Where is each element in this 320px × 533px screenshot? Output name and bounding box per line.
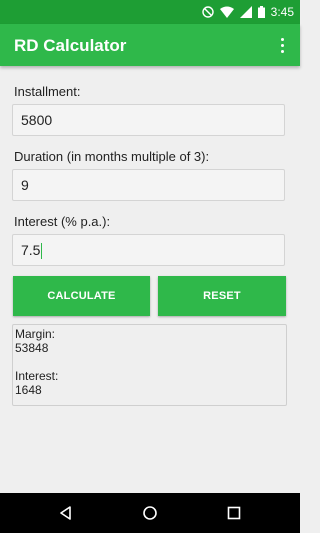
battery-icon: [257, 6, 265, 18]
installment-label: Installment:: [14, 84, 81, 99]
installment-value: 5800: [21, 112, 53, 128]
recents-icon[interactable]: [226, 505, 242, 521]
margin-label: Margin:: [15, 327, 56, 341]
duration-field[interactable]: 9: [12, 169, 285, 201]
more-vert-icon[interactable]: [274, 34, 290, 56]
status-bar: 3:45: [0, 0, 300, 24]
interest-rate-label: Interest (% p.a.):: [14, 214, 111, 229]
app-title: RD Calculator: [14, 36, 127, 55]
result-interest-value: 1648: [15, 383, 42, 397]
result-interest-label: Interest:: [15, 369, 59, 383]
text-cursor: [41, 243, 43, 260]
installment-field[interactable]: 5800: [12, 104, 285, 136]
interest-rate-value: 7.5: [21, 242, 41, 258]
do-not-disturb-icon: [201, 6, 214, 18]
back-icon[interactable]: [58, 505, 74, 521]
calculate-button[interactable]: CALCULATE: [13, 276, 150, 316]
home-icon[interactable]: [142, 505, 158, 521]
signal-icon: [239, 6, 252, 18]
duration-label: Duration (in months multiple of 3):: [14, 149, 210, 164]
interest-rate-field[interactable]: 7.5: [12, 234, 285, 266]
navigation-bar: [0, 493, 300, 533]
result-box: Margin: 53848 Interest: 1648: [12, 324, 287, 406]
margin-value: 53848: [15, 341, 49, 355]
result-spacer: [15, 355, 284, 369]
reset-button[interactable]: RESET: [158, 276, 286, 316]
status-icons: 3:45: [201, 4, 294, 20]
status-time: 3:45: [270, 5, 294, 19]
duration-value: 9: [21, 177, 29, 193]
app-bar: RD Calculator: [0, 24, 300, 66]
wifi-icon: [219, 6, 234, 18]
